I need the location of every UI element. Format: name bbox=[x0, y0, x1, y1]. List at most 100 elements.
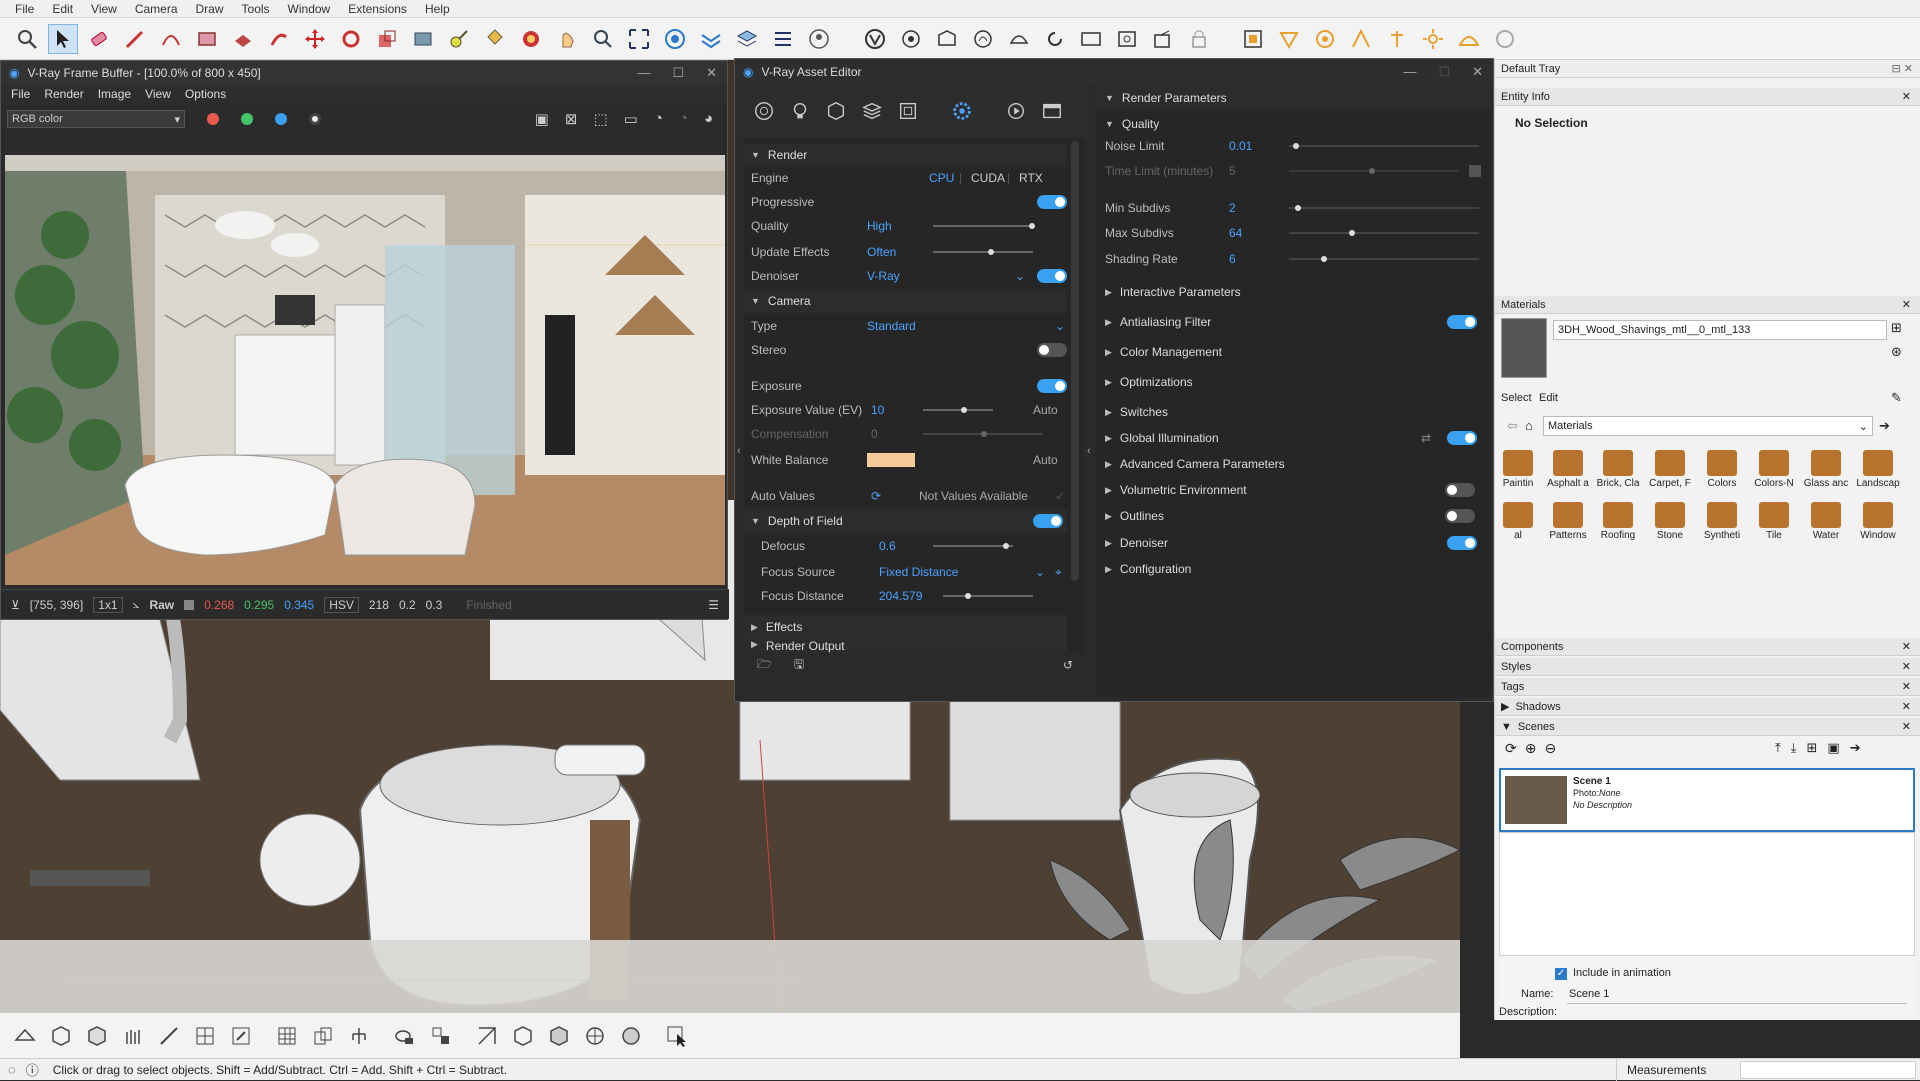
menu-window[interactable]: Window bbox=[279, 2, 340, 16]
green-channel-icon[interactable] bbox=[241, 113, 253, 125]
thumbnail-icon[interactable]: ▣ bbox=[1827, 740, 1839, 756]
push-pull-icon[interactable] bbox=[228, 24, 258, 54]
render-elements-icon[interactable] bbox=[897, 100, 919, 122]
interactive-render-icon[interactable]: ◔ bbox=[654, 110, 663, 128]
vray-lights-icon[interactable] bbox=[896, 24, 926, 54]
exposure-toggle[interactable] bbox=[1037, 379, 1067, 393]
vray-batch-icon[interactable] bbox=[768, 24, 798, 54]
min-subdivs-slider[interactable] bbox=[1289, 207, 1479, 209]
save-settings-icon[interactable]: 🖫 bbox=[794, 655, 804, 676]
region-render-icon[interactable]: ⬚ bbox=[593, 110, 607, 128]
close-icon[interactable]: ✕ bbox=[706, 65, 717, 81]
settings-icon[interactable] bbox=[951, 100, 973, 122]
vfb-menu-view[interactable]: View bbox=[145, 87, 171, 101]
close-icon[interactable]: ✕ bbox=[1902, 720, 1920, 733]
update-effects-value[interactable]: Often bbox=[867, 245, 896, 259]
outlines-toggle[interactable] bbox=[1445, 509, 1475, 523]
material-thumb[interactable]: Roofing bbox=[1595, 500, 1641, 546]
zoom-select[interactable]: 1x1 bbox=[93, 597, 122, 613]
material-thumb[interactable]: al bbox=[1495, 500, 1541, 546]
vray-geometry-icon[interactable] bbox=[968, 24, 998, 54]
tape-measure-icon[interactable] bbox=[444, 24, 474, 54]
compensation-value[interactable]: 0 bbox=[871, 427, 878, 441]
open-folder-icon[interactable]: 🗁 bbox=[757, 655, 772, 676]
vray-section-icon[interactable] bbox=[390, 1021, 420, 1051]
material-thumb[interactable]: Colors-N bbox=[1751, 448, 1797, 494]
noise-limit-value[interactable]: 0.01 bbox=[1229, 139, 1252, 153]
left-panel-scrollbar[interactable] bbox=[1071, 141, 1079, 581]
chevron-down-icon[interactable]: ⌄ bbox=[1015, 269, 1025, 283]
material-library-select[interactable]: Materials⌄ bbox=[1543, 416, 1873, 436]
scenes-header[interactable]: ▼Scenes✕ bbox=[1495, 718, 1920, 736]
follow-me-icon[interactable] bbox=[264, 24, 294, 54]
vray-box-shaded-icon[interactable] bbox=[544, 1021, 574, 1051]
vray-proxy-icon[interactable] bbox=[46, 1021, 76, 1051]
move-down-icon[interactable]: ⤓ bbox=[1791, 740, 1797, 756]
defocus-slider[interactable] bbox=[933, 545, 1013, 547]
outlines-header[interactable]: ▶Outlines bbox=[1095, 503, 1491, 529]
shadows-header[interactable]: ▶Shadows✕ bbox=[1495, 698, 1920, 716]
menu-view[interactable]: View bbox=[82, 2, 126, 16]
colorspace-select[interactable]: HSV bbox=[324, 597, 359, 613]
geo-location-icon[interactable]: ◌ bbox=[8, 1062, 16, 1077]
optimizations-header[interactable]: ▶Optimizations bbox=[1095, 369, 1491, 395]
vray-sphere-shaded-icon[interactable] bbox=[616, 1021, 646, 1051]
vfb-titlebar[interactable]: ◉ V-Ray Frame Buffer - [100.0% of 800 x … bbox=[1, 61, 727, 85]
vray-frame-icon[interactable] bbox=[1076, 24, 1106, 54]
correction-icon[interactable]: ⦣ bbox=[133, 597, 140, 612]
stop-render-icon[interactable]: ◔ bbox=[679, 110, 688, 128]
home-icon[interactable]: ⌂ bbox=[1525, 418, 1533, 433]
materials-tab-select[interactable]: Select bbox=[1501, 392, 1532, 404]
history-icon[interactable]: ☰ bbox=[708, 598, 729, 612]
volumetric-toggle[interactable] bbox=[1445, 483, 1475, 497]
time-limit-value[interactable]: 5 bbox=[1229, 164, 1236, 178]
switches-header[interactable]: ▶Switches bbox=[1095, 399, 1491, 425]
compensation-slider[interactable] bbox=[923, 433, 1043, 435]
material-thumb[interactable]: Water bbox=[1803, 500, 1849, 546]
menu-edit[interactable]: Edit bbox=[43, 2, 82, 16]
vray-tree-icon[interactable] bbox=[344, 1021, 374, 1051]
quality-slider[interactable] bbox=[933, 225, 1033, 227]
vray-mesh-icon[interactable] bbox=[190, 1021, 220, 1051]
close-icon[interactable]: ✕ bbox=[1902, 680, 1920, 693]
maximize-icon[interactable]: ☐ bbox=[1438, 64, 1450, 80]
create-material-icon[interactable]: ⊞ bbox=[1891, 320, 1902, 336]
vae-titlebar[interactable]: ◉ V-Ray Asset Editor —☐✕ bbox=[735, 59, 1493, 85]
zoom-icon[interactable] bbox=[12, 24, 42, 54]
menu-camera[interactable]: Camera bbox=[126, 2, 187, 16]
vray-export-icon[interactable] bbox=[1148, 24, 1178, 54]
material-thumb[interactable]: Window bbox=[1855, 500, 1901, 546]
engine-cpu[interactable]: CPU bbox=[929, 171, 954, 185]
materials-icon[interactable] bbox=[753, 100, 775, 122]
tray-titlebar[interactable]: Default Tray⊟ ✕ bbox=[1495, 60, 1920, 78]
rotate-icon[interactable] bbox=[336, 24, 366, 54]
camera-section-header[interactable]: ▼Camera bbox=[743, 289, 1067, 313]
close-icon[interactable]: ✕ bbox=[1472, 64, 1483, 80]
include-animation-checkbox[interactable]: ✓ bbox=[1555, 968, 1567, 980]
volumetric-environment-header[interactable]: ▶Volumetric Environment bbox=[1095, 477, 1491, 503]
tags-header[interactable]: Tags✕ bbox=[1495, 678, 1920, 696]
vray-layers-icon[interactable] bbox=[732, 24, 762, 54]
material-preview[interactable] bbox=[1501, 318, 1547, 378]
eyedropper-icon[interactable]: ✎ bbox=[1891, 390, 1902, 406]
material-thumb[interactable]: Patterns bbox=[1545, 500, 1591, 546]
vray-scene-icon[interactable] bbox=[10, 1021, 40, 1051]
time-limit-checkbox[interactable] bbox=[1469, 165, 1481, 177]
vray-group-icon[interactable] bbox=[308, 1021, 338, 1051]
vray-dome-light-icon[interactable] bbox=[1454, 24, 1484, 54]
add-scene-icon[interactable]: ⊕ bbox=[1525, 740, 1537, 757]
user-icon[interactable] bbox=[804, 24, 834, 54]
advanced-camera-header[interactable]: ▶Advanced Camera Parameters bbox=[1095, 451, 1491, 477]
interactive-parameters-header[interactable]: ▶Interactive Parameters bbox=[1095, 279, 1491, 305]
mono-channel-icon[interactable] bbox=[309, 113, 321, 125]
menu-draw[interactable]: Draw bbox=[187, 2, 233, 16]
menu-help[interactable]: Help bbox=[416, 2, 459, 16]
material-thumb[interactable]: Tile bbox=[1751, 500, 1797, 546]
red-channel-icon[interactable] bbox=[207, 113, 219, 125]
denoiser-params-toggle[interactable] bbox=[1447, 536, 1477, 550]
vray-sphere-icon[interactable] bbox=[580, 1021, 610, 1051]
paint-bucket-icon[interactable] bbox=[480, 24, 510, 54]
measurements-input[interactable] bbox=[1740, 1061, 1916, 1079]
entity-info-header[interactable]: Entity Info✕ bbox=[1495, 88, 1920, 106]
render-icon[interactable] bbox=[1005, 100, 1027, 122]
